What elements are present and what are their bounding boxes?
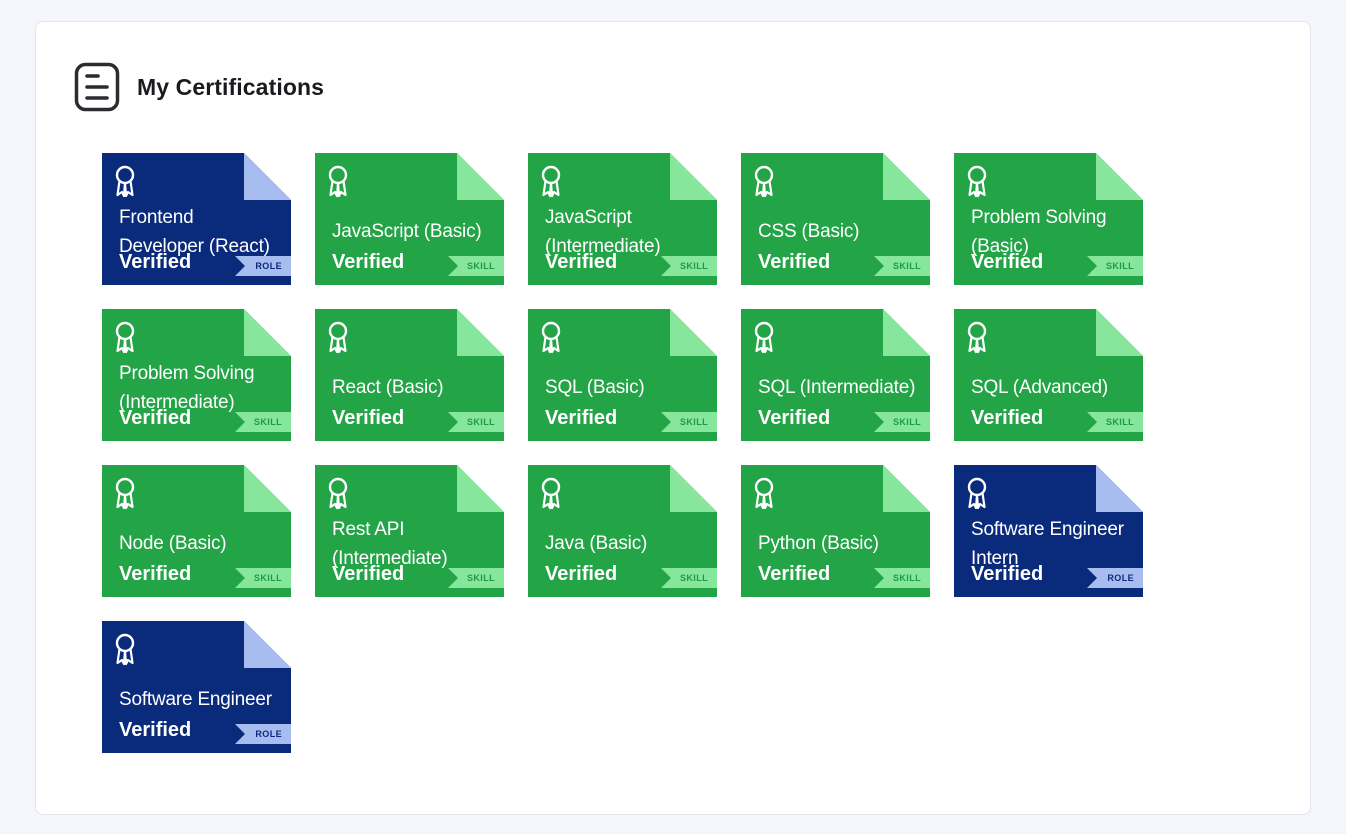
award-ribbon-icon [541,477,561,510]
verified-status: Verified [545,407,618,429]
certification-card-5[interactable]: Problem Solving (Basic) Verified SKILL [954,153,1143,285]
certification-card-8[interactable]: SQL (Basic) Verified SKILL [528,309,717,441]
card-fold-corner [670,465,717,512]
award-ribbon-icon [115,321,135,354]
certification-title: React (Basic) [332,377,444,398]
verified-status: Verified [758,407,831,429]
card-fold-corner [670,153,717,200]
award-ribbon-icon [541,321,561,354]
award-ribbon-icon [967,321,987,354]
verified-status: Verified [332,563,405,585]
section-title: My Certifications [137,73,325,100]
certification-title: JavaScript (Basic) [332,221,482,242]
card-fold-corner [457,153,504,200]
section-header: My Certifications [74,62,324,112]
verified-status: Verified [119,719,192,741]
card-fold-corner [1096,465,1143,512]
certification-grid: Frontend Developer (React) Verified ROLE… [102,153,1143,753]
card-fold-corner [244,309,291,356]
card-fold-corner [670,309,717,356]
certification-card-4[interactable]: CSS (Basic) Verified SKILL [741,153,930,285]
card-fold-corner [244,621,291,668]
card-fold-corner [1096,309,1143,356]
certification-card-1[interactable]: Frontend Developer (React) Verified ROLE [102,153,291,285]
certification-title: SQL (Basic) [545,377,645,398]
certification-card-16[interactable]: Software Engineer Verified ROLE [102,621,291,753]
verified-status: Verified [971,407,1044,429]
verified-status: Verified [119,251,192,273]
verified-status: Verified [332,407,405,429]
verified-status: Verified [971,251,1044,273]
award-ribbon-icon [328,165,348,198]
certification-title: SQL (Advanced) [971,377,1108,398]
verified-status: Verified [332,251,405,273]
verified-status: Verified [971,563,1044,585]
certification-title: Software Engineer [119,689,272,710]
card-fold-corner [457,465,504,512]
award-ribbon-icon [754,321,774,354]
award-ribbon-icon [328,321,348,354]
verified-status: Verified [119,407,192,429]
certification-card-2[interactable]: JavaScript (Basic) Verified SKILL [315,153,504,285]
card-fold-corner [883,153,930,200]
certification-card-3[interactable]: JavaScript (Intermediate) Verified SKILL [528,153,717,285]
award-ribbon-icon [541,165,561,198]
certification-card-13[interactable]: Java (Basic) Verified SKILL [528,465,717,597]
award-ribbon-icon [115,633,135,666]
certification-card-6[interactable]: Problem Solving (Intermediate) Verified … [102,309,291,441]
card-fold-corner [244,153,291,200]
verified-status: Verified [545,563,618,585]
certification-title: Node (Basic) [119,533,227,554]
certification-title: Python (Basic) [758,533,879,554]
card-fold-corner [457,309,504,356]
award-ribbon-icon [115,165,135,198]
award-ribbon-icon [967,165,987,198]
card-fold-corner [883,309,930,356]
certification-card-11[interactable]: Node (Basic) Verified SKILL [102,465,291,597]
certification-title: CSS (Basic) [758,221,860,242]
award-ribbon-icon [115,477,135,510]
certification-card-12[interactable]: Rest API (Intermediate) Verified SKILL [315,465,504,597]
verified-status: Verified [545,251,618,273]
card-fold-corner [883,465,930,512]
certification-card-15[interactable]: Software Engineer Intern Verified ROLE [954,465,1143,597]
verified-status: Verified [758,251,831,273]
certification-title: SQL (Intermediate) [758,377,916,398]
award-ribbon-icon [328,477,348,510]
certification-card-9[interactable]: SQL (Intermediate) Verified SKILL [741,309,930,441]
certification-card-10[interactable]: SQL (Advanced) Verified SKILL [954,309,1143,441]
award-ribbon-icon [967,477,987,510]
card-fold-corner [1096,153,1143,200]
certifications-panel: My Certifications Frontend Developer (Re… [35,21,1311,815]
document-list-icon [74,62,120,112]
verified-status: Verified [119,563,192,585]
award-ribbon-icon [754,477,774,510]
verified-status: Verified [758,563,831,585]
card-fold-corner [244,465,291,512]
award-ribbon-icon [754,165,774,198]
certification-title: Java (Basic) [545,533,648,554]
certification-card-14[interactable]: Python (Basic) Verified SKILL [741,465,930,597]
certification-card-7[interactable]: React (Basic) Verified SKILL [315,309,504,441]
